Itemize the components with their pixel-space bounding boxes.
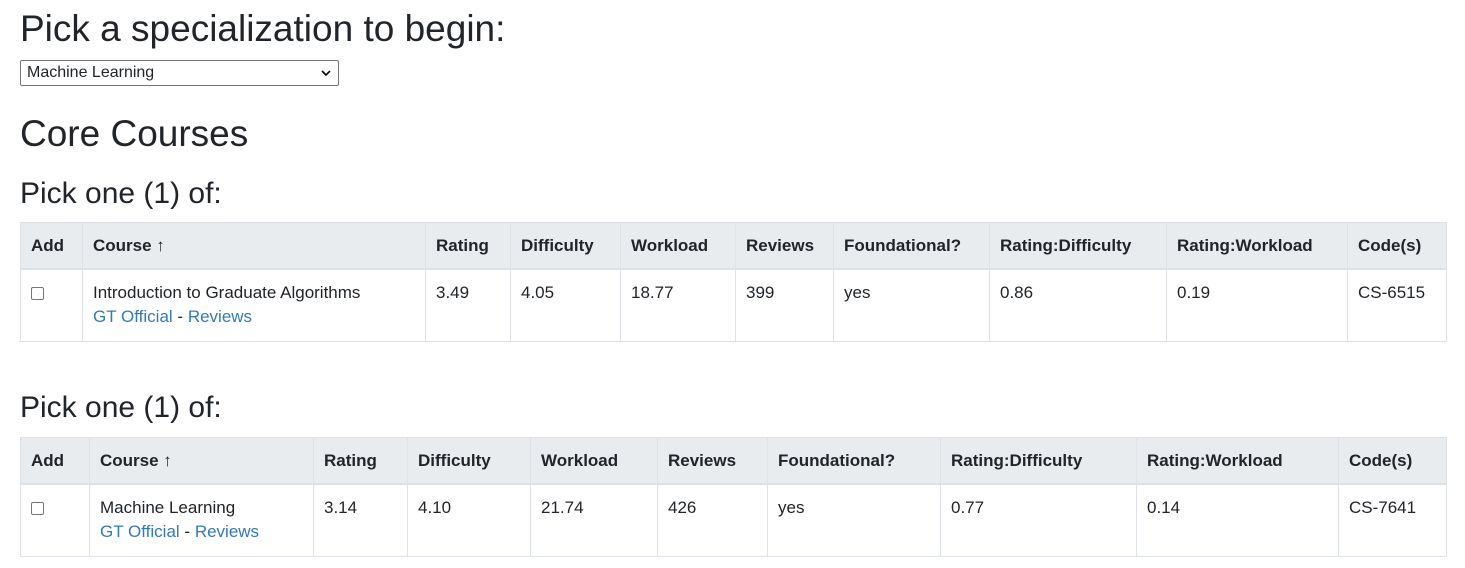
- chevron-down-icon: [321, 70, 331, 77]
- specialization-select[interactable]: Machine Learning: [20, 60, 339, 86]
- table-row: Introduction to Graduate Algorithms GT O…: [20, 268, 1447, 342]
- difficulty-cell: 4.05: [510, 268, 621, 342]
- foundational-cell: yes: [767, 483, 941, 557]
- col-difficulty[interactable]: Difficulty: [407, 437, 531, 485]
- rating-difficulty-cell: 0.77: [940, 483, 1137, 557]
- course-name: Machine Learning: [100, 498, 236, 517]
- rating-cell: 3.49: [425, 268, 511, 342]
- table-header-row: Add Course ↑ Rating Difficulty Workload …: [20, 437, 1447, 485]
- gt-official-link[interactable]: GT Official: [100, 522, 180, 541]
- add-checkbox[interactable]: [31, 502, 44, 515]
- col-foundational[interactable]: Foundational?: [833, 222, 990, 270]
- table-header-row: Add Course ↑ Rating Difficulty Workload …: [20, 222, 1447, 270]
- link-separator: -: [184, 522, 191, 541]
- reviews-cell: 399: [735, 268, 834, 342]
- reviews-link[interactable]: Reviews: [188, 307, 252, 326]
- course-name: Introduction to Graduate Algorithms: [93, 283, 361, 302]
- course-links: GT Official - Reviews: [93, 305, 415, 329]
- group-2-heading: Pick one (1) of:: [20, 391, 222, 424]
- col-add[interactable]: Add: [20, 437, 90, 485]
- col-foundational[interactable]: Foundational?: [767, 437, 941, 485]
- add-cell: [20, 483, 90, 557]
- col-workload[interactable]: Workload: [620, 222, 736, 270]
- col-codes[interactable]: Code(s): [1338, 437, 1447, 485]
- group-1-heading: Pick one (1) of:: [20, 177, 222, 210]
- core-courses-heading: Core Courses: [20, 113, 249, 154]
- course-table-1: Add Course ↑ Rating Difficulty Workload …: [20, 222, 1447, 342]
- rating-workload-cell: 0.14: [1136, 483, 1339, 557]
- add-cell: [20, 268, 83, 342]
- col-reviews[interactable]: Reviews: [657, 437, 768, 485]
- col-codes[interactable]: Code(s): [1347, 222, 1447, 270]
- course-table-2: Add Course ↑ Rating Difficulty Workload …: [20, 437, 1447, 557]
- course-cell: Introduction to Graduate Algorithms GT O…: [82, 268, 426, 342]
- page: Pick a specialization to begin: Machine …: [0, 0, 1465, 557]
- table-row: Machine Learning GT Official - Reviews 3…: [20, 483, 1447, 557]
- course-links: GT Official - Reviews: [100, 520, 303, 544]
- foundational-cell: yes: [833, 268, 990, 342]
- col-workload[interactable]: Workload: [530, 437, 658, 485]
- codes-cell: CS-6515: [1347, 268, 1447, 342]
- col-rating[interactable]: Rating: [425, 222, 511, 270]
- specialization-select-value: Machine Learning: [27, 64, 155, 81]
- col-difficulty[interactable]: Difficulty: [510, 222, 621, 270]
- rating-cell: 3.14: [313, 483, 408, 557]
- rating-difficulty-cell: 0.86: [989, 268, 1167, 342]
- col-reviews[interactable]: Reviews: [735, 222, 834, 270]
- reviews-link[interactable]: Reviews: [195, 522, 259, 541]
- difficulty-cell: 4.10: [407, 483, 531, 557]
- col-rating-difficulty[interactable]: Rating:Difficulty: [989, 222, 1167, 270]
- codes-cell: CS-7641: [1338, 483, 1447, 557]
- col-rating-workload[interactable]: Rating:Workload: [1166, 222, 1348, 270]
- col-course[interactable]: Course ↑: [82, 222, 426, 270]
- add-checkbox[interactable]: [31, 287, 44, 300]
- gt-official-link[interactable]: GT Official: [93, 307, 173, 326]
- col-add[interactable]: Add: [20, 222, 83, 270]
- page-title: Pick a specialization to begin:: [20, 8, 506, 49]
- col-rating-workload[interactable]: Rating:Workload: [1136, 437, 1339, 485]
- course-cell: Machine Learning GT Official - Reviews: [89, 483, 314, 557]
- col-rating[interactable]: Rating: [313, 437, 408, 485]
- workload-cell: 18.77: [620, 268, 736, 342]
- reviews-cell: 426: [657, 483, 768, 557]
- rating-workload-cell: 0.19: [1166, 268, 1348, 342]
- col-course[interactable]: Course ↑: [89, 437, 314, 485]
- col-rating-difficulty[interactable]: Rating:Difficulty: [940, 437, 1137, 485]
- workload-cell: 21.74: [530, 483, 658, 557]
- link-separator: -: [177, 307, 184, 326]
